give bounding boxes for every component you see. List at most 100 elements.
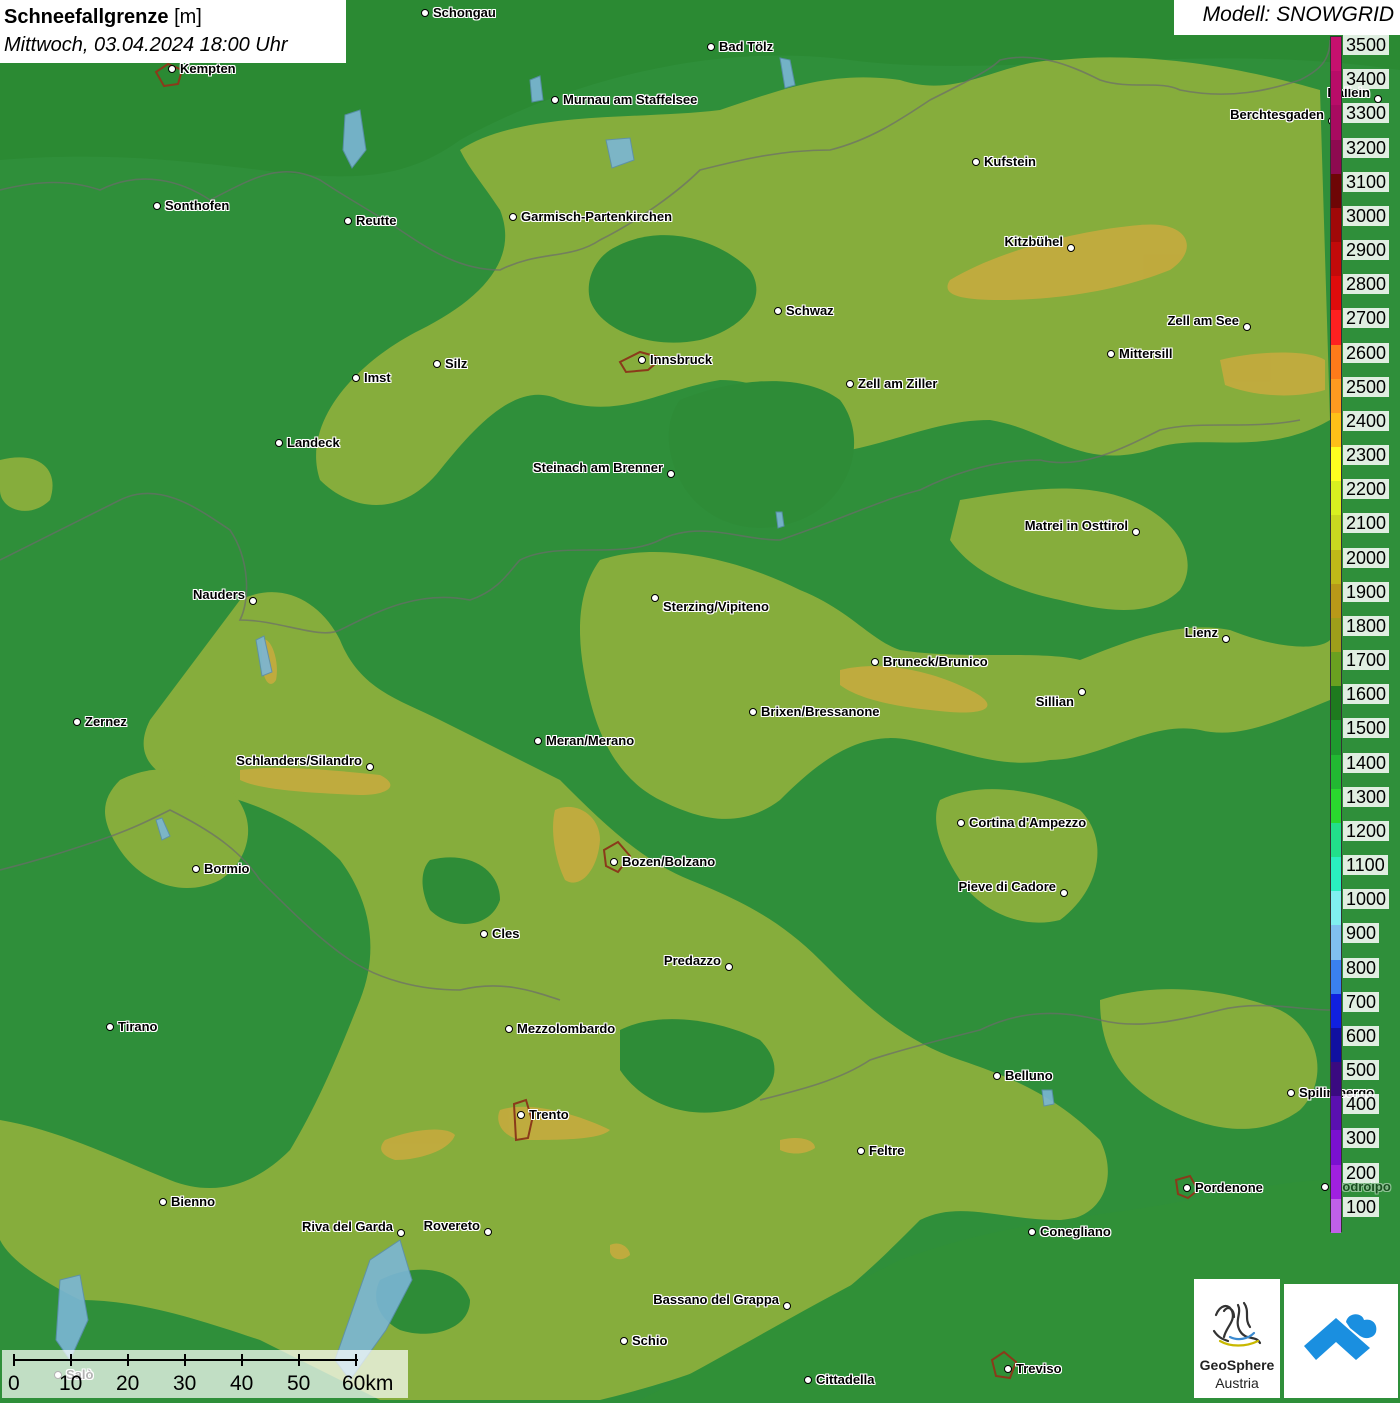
legend-swatch bbox=[1331, 925, 1341, 961]
city-label: Mezzolombardo bbox=[517, 1021, 616, 1036]
city-dot-icon bbox=[192, 865, 200, 873]
city-dot-icon bbox=[433, 360, 441, 368]
city-dot-icon bbox=[857, 1147, 865, 1155]
legend-label: 2700 bbox=[1343, 308, 1390, 329]
city-dot-icon bbox=[1287, 1089, 1295, 1097]
map-title: Schneefallgrenze [m] bbox=[4, 6, 202, 28]
legend-label: 1900 bbox=[1343, 581, 1390, 602]
city-dot-icon bbox=[366, 763, 374, 771]
legend-swatch bbox=[1331, 481, 1341, 516]
city-label: Rovereto bbox=[423, 1218, 480, 1233]
city-label: Trento bbox=[529, 1107, 569, 1122]
legend-label: 2900 bbox=[1343, 240, 1390, 261]
legend-label: 3500 bbox=[1343, 35, 1390, 55]
city-dot-icon bbox=[168, 65, 176, 73]
legend-label: 400 bbox=[1343, 1094, 1380, 1115]
city-label: Feltre bbox=[869, 1143, 905, 1158]
legend-swatch bbox=[1331, 1027, 1341, 1063]
legend-label: 2600 bbox=[1343, 342, 1390, 363]
scale-label-50: 50 bbox=[287, 1372, 311, 1395]
city-label: Meran/Merano bbox=[546, 733, 635, 748]
legend-swatch bbox=[1331, 37, 1341, 72]
legend-label: 3300 bbox=[1343, 103, 1390, 124]
city-dot-icon bbox=[159, 1198, 167, 1206]
legend-label: 300 bbox=[1343, 1128, 1380, 1149]
scale-label-20: 20 bbox=[116, 1372, 140, 1395]
city-label: Riva del Garda bbox=[301, 1219, 393, 1234]
city-label: Kufstein bbox=[984, 154, 1036, 169]
city-dot-icon bbox=[1243, 323, 1251, 331]
city-label: Garmisch-Partenkirchen bbox=[521, 209, 673, 224]
city-dot-icon bbox=[774, 307, 782, 315]
city-label: Sonthofen bbox=[165, 198, 230, 213]
legend-label: 1000 bbox=[1343, 889, 1390, 910]
city-dot-icon bbox=[397, 1229, 405, 1237]
legend-label: 3000 bbox=[1343, 205, 1390, 226]
city-label: Landeck bbox=[287, 435, 340, 450]
legend-swatch bbox=[1331, 515, 1341, 551]
city-label: Steinach am Brenner bbox=[532, 460, 663, 475]
city-label: Bienno bbox=[171, 1194, 216, 1209]
legend-swatch bbox=[1331, 344, 1341, 380]
city-label: Sillian bbox=[1035, 694, 1074, 709]
city-dot-icon bbox=[73, 718, 81, 726]
city-dot-icon bbox=[1321, 1183, 1329, 1191]
city-label: Lienz bbox=[1184, 625, 1218, 640]
city-label: Belluno bbox=[1005, 1068, 1053, 1083]
legend-swatch bbox=[1331, 754, 1341, 790]
city-dot-icon bbox=[651, 594, 659, 602]
legend-label: 2500 bbox=[1343, 376, 1390, 397]
city-label: Sterzing/Vipiteno bbox=[663, 599, 769, 614]
city-label: Nauders bbox=[192, 587, 245, 602]
city-label: Pieve di Cadore bbox=[958, 879, 1056, 894]
app-logo[interactable] bbox=[1284, 1284, 1398, 1398]
scale-bar-ruler bbox=[13, 1354, 358, 1366]
city-label: Schio bbox=[632, 1333, 668, 1348]
legend-swatch bbox=[1331, 412, 1341, 448]
legend-swatch bbox=[1331, 788, 1341, 824]
scale-label-60km: 60km bbox=[342, 1372, 394, 1395]
legend-swatch bbox=[1331, 1198, 1341, 1234]
city-label: Zell am See bbox=[1167, 313, 1239, 328]
city-dot-icon bbox=[480, 930, 488, 938]
geosphere-logo[interactable]: GeoSphere Austria bbox=[1194, 1279, 1280, 1398]
legend-label: 1300 bbox=[1343, 786, 1390, 807]
city-label: Tirano bbox=[118, 1019, 158, 1034]
city-label: Reutte bbox=[356, 213, 397, 228]
city-dot-icon bbox=[620, 1337, 628, 1345]
city-label: Kempten bbox=[180, 61, 236, 76]
city-dot-icon bbox=[957, 819, 965, 827]
city-dot-icon bbox=[783, 1302, 791, 1310]
legend-label: 3200 bbox=[1343, 137, 1390, 158]
legend-label: 1800 bbox=[1343, 615, 1390, 636]
city-label: Treviso bbox=[1016, 1361, 1062, 1376]
city-label: Silz bbox=[445, 356, 468, 371]
legend-swatch bbox=[1331, 173, 1341, 209]
legend-swatch bbox=[1331, 139, 1341, 175]
city-dot-icon bbox=[1060, 889, 1068, 897]
geosphere-logo-line2: Austria bbox=[1215, 1375, 1259, 1391]
city-dot-icon bbox=[707, 43, 715, 51]
city-label: Cortina d'Ampezzo bbox=[969, 815, 1087, 830]
city-dot-icon bbox=[484, 1228, 492, 1236]
city-dot-icon bbox=[517, 1111, 525, 1119]
city-dot-icon bbox=[1004, 1365, 1012, 1373]
legend-swatch bbox=[1331, 583, 1341, 619]
legend-label: 2800 bbox=[1343, 274, 1390, 295]
legend-label: 2100 bbox=[1343, 513, 1390, 534]
legend-label: 500 bbox=[1343, 1060, 1380, 1081]
city-label: Conegliano bbox=[1040, 1224, 1111, 1239]
city-label: Kitzbühel bbox=[1004, 234, 1064, 249]
legend-swatch bbox=[1331, 1062, 1341, 1097]
city-dot-icon bbox=[749, 708, 757, 716]
legend-swatch bbox=[1331, 447, 1341, 482]
model-label: Modell: SNOWGRID bbox=[1174, 0, 1400, 35]
city-label: Cittadella bbox=[816, 1372, 875, 1387]
legend-swatch bbox=[1331, 242, 1341, 277]
geosphere-logo-line1: GeoSphere bbox=[1199, 1357, 1275, 1373]
legend-swatch bbox=[1331, 1130, 1341, 1166]
city-label: Schongau bbox=[433, 5, 496, 20]
legend-label: 1400 bbox=[1343, 752, 1390, 773]
legend-label: 1200 bbox=[1343, 820, 1390, 841]
legend-label: 200 bbox=[1343, 1162, 1380, 1183]
